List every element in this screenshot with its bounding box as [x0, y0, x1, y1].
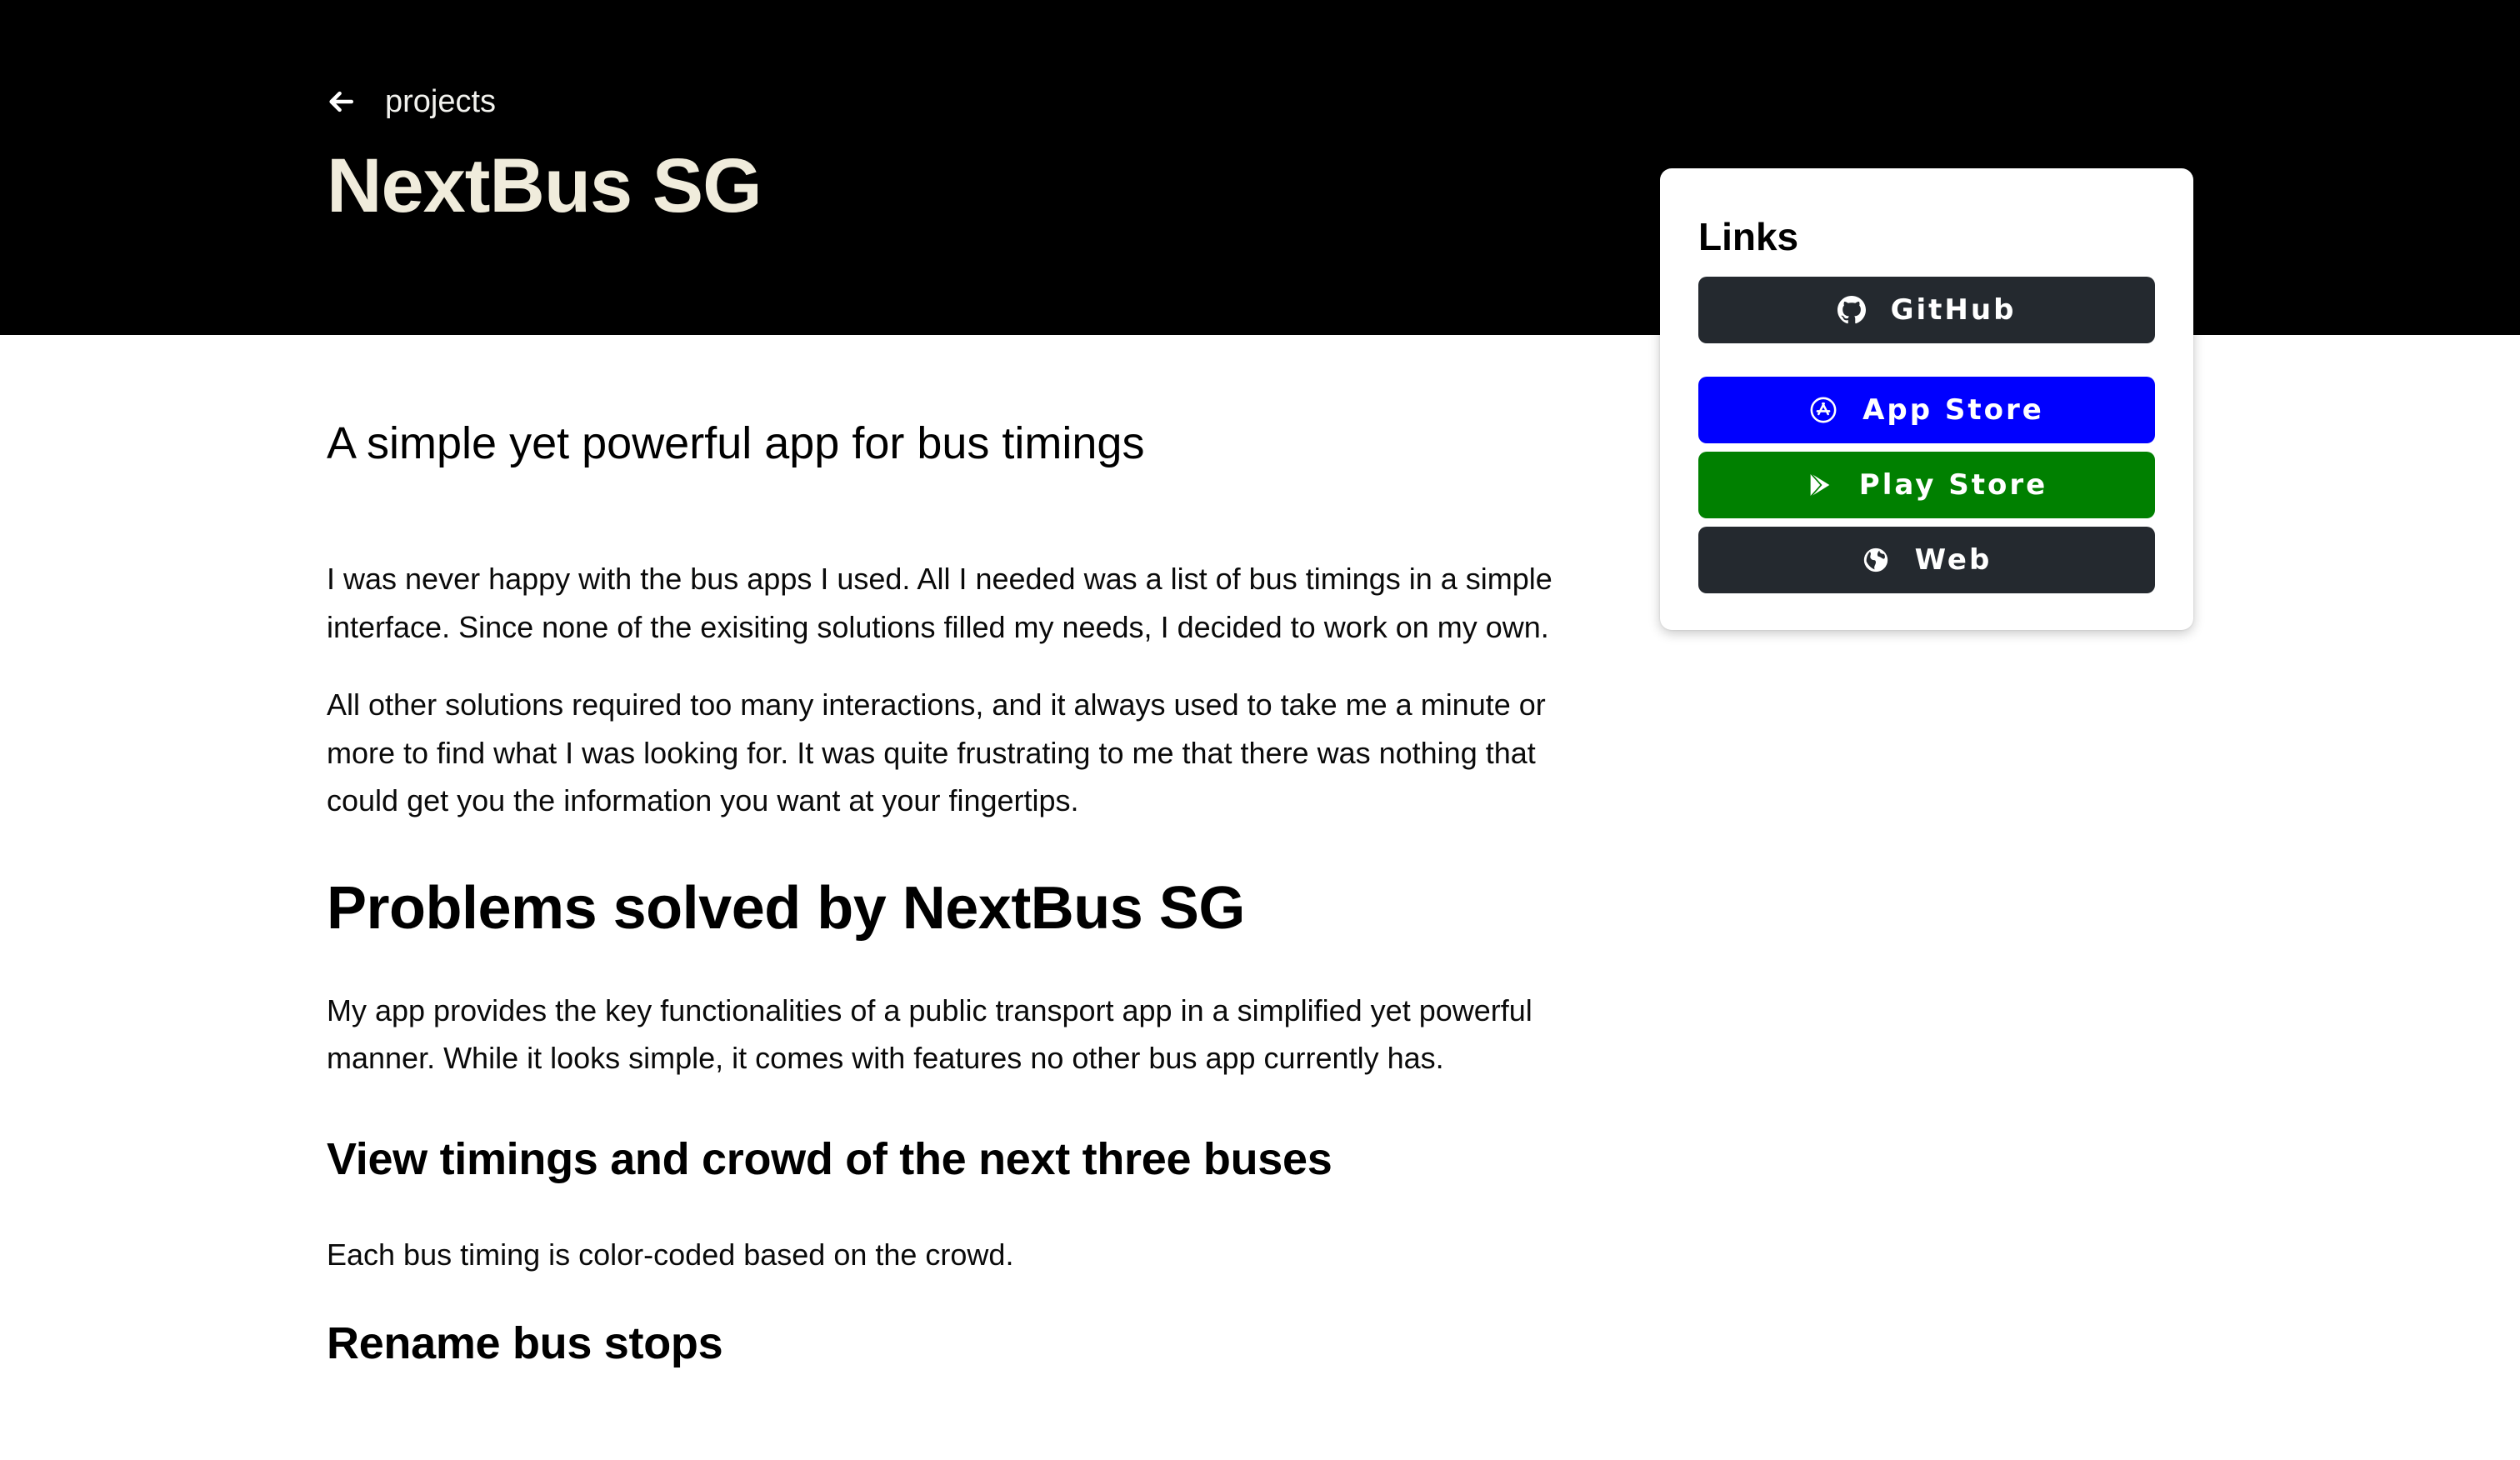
feature-heading-timings: View timings and crowd of the next three…	[327, 1133, 1332, 1184]
intro-paragraph-1: I was never happy with the bus apps I us…	[327, 562, 1552, 644]
main-content: A simple yet powerful app for bus timing…	[327, 392, 1585, 1415]
globe-icon	[1863, 548, 1888, 572]
arrow-left-icon	[329, 91, 354, 112]
play-store-button[interactable]: Play Store	[1698, 452, 2155, 518]
intro-paragraph-2: All other solutions required too many in…	[327, 688, 1546, 818]
feature-paragraph-timings: Each bus timing is color-coded based on …	[327, 1237, 1014, 1272]
page-title: NextBus SG	[327, 143, 762, 228]
github-button-label: GitHub	[1890, 293, 2017, 327]
feature-heading-rename: Rename bus stops	[327, 1318, 723, 1368]
app-store-button[interactable]: App Store	[1698, 377, 2155, 443]
play-store-button-label: Play Store	[1858, 468, 2048, 502]
back-link[interactable]: projects	[327, 77, 496, 127]
section-heading: Problems solved by NextBus SG	[327, 874, 1245, 942]
section-paragraph: My app provides the key functionalities …	[327, 992, 1532, 1076]
back-link-label: projects	[385, 83, 497, 119]
web-button[interactable]: Web	[1698, 527, 2155, 593]
github-icon	[1837, 296, 1866, 324]
app-store-icon	[1810, 397, 1837, 423]
github-button[interactable]: GitHub	[1698, 277, 2155, 343]
app-store-button-label: App Store	[1862, 393, 2044, 427]
web-button-label: Web	[1914, 543, 1992, 577]
links-card: Links GitHub App Store Play Store Web	[1660, 168, 2193, 630]
tagline: A simple yet powerful app for bus timing…	[327, 418, 1145, 468]
links-card-title: Links	[1698, 215, 1799, 258]
play-store-icon	[1809, 472, 1830, 498]
